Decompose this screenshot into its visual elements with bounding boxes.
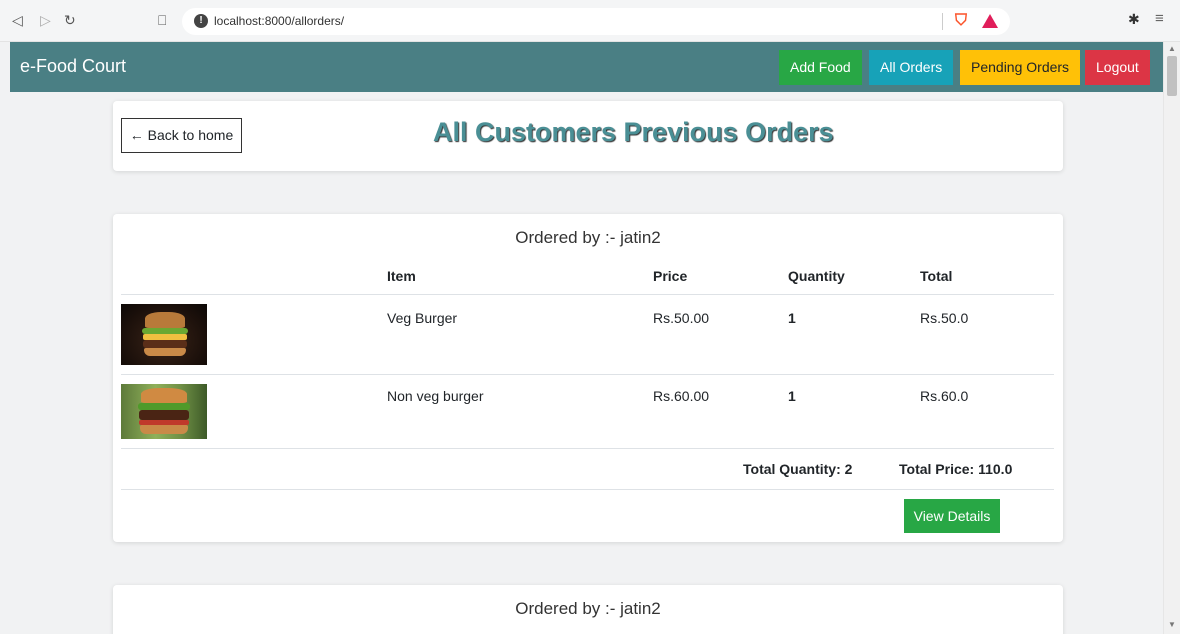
item-quantity: 1: [788, 388, 796, 404]
item-price: Rs.60.00: [653, 388, 710, 404]
logout-button[interactable]: Logout: [1085, 50, 1150, 85]
veg-burger-image: [121, 304, 207, 365]
divider: [121, 489, 1054, 490]
item-total: Rs.60.0: [920, 388, 969, 404]
bookmark-icon[interactable]: ⎕: [158, 12, 166, 28]
address-divider: [942, 13, 943, 30]
column-header-price: Price: [653, 268, 688, 284]
extensions-icon[interactable]: ✱: [1128, 11, 1140, 28]
pending-orders-button[interactable]: Pending Orders: [960, 50, 1081, 85]
reload-icon[interactable]: ↻: [64, 12, 76, 28]
total-quantity: Total Quantity: 2: [743, 461, 853, 477]
ordered-by-label: Ordered by :- jatin2: [515, 599, 661, 618]
browser-menu-icon[interactable]: ≡: [1155, 10, 1164, 27]
scroll-up-icon[interactable]: ▲: [1168, 44, 1176, 53]
divider: [121, 448, 1054, 449]
column-header-item: Item: [387, 268, 416, 284]
site-info-icon[interactable]: !: [194, 14, 208, 28]
ordered-by-label: Ordered by :- jatin2: [515, 228, 661, 247]
scroll-down-icon[interactable]: ▼: [1168, 620, 1176, 629]
column-header-total: Total: [920, 268, 953, 284]
brave-shield-icon[interactable]: ⛉: [952, 11, 970, 31]
item-price: Rs.50.00: [653, 310, 710, 326]
back-to-home-button[interactable]: ← Back to home: [121, 118, 242, 153]
column-header-quantity: Quantity: [788, 268, 845, 284]
total-price: Total Price: 110.0: [899, 461, 1013, 477]
brave-rewards-icon[interactable]: [982, 14, 998, 28]
address-bar[interactable]: ! localhost:8000/allorders/ ⛉: [182, 8, 1010, 35]
browser-toolbar: ◁ ▷ ↻ ⎕ ! localhost:8000/allorders/ ⛉ ✱ …: [0, 0, 1180, 42]
app-navbar: e-Food Court Add Food All Orders Pending…: [10, 42, 1163, 92]
forward-arrow-icon[interactable]: ▷: [40, 12, 51, 28]
add-food-button[interactable]: Add Food: [779, 50, 862, 85]
page-title: All Customers Previous Orders: [433, 117, 834, 147]
non-veg-burger-image: [121, 384, 207, 439]
item-quantity: 1: [788, 310, 796, 326]
order-card: Ordered by :- jatin2: [113, 585, 1063, 634]
page-header-card: ← Back to home All Customers Previous Or…: [113, 101, 1063, 171]
order-card: Ordered by :- jatin2 Item Price Quantity…: [113, 214, 1063, 542]
divider: [121, 294, 1054, 295]
scrollbar-thumb[interactable]: [1167, 56, 1177, 96]
item-name: Veg Burger: [387, 310, 458, 326]
brand-name[interactable]: e-Food Court: [20, 56, 126, 77]
item-total: Rs.50.0: [920, 310, 969, 326]
back-arrow-icon[interactable]: ◁: [12, 12, 23, 28]
divider: [121, 374, 1054, 375]
url-text[interactable]: localhost:8000/allorders/: [214, 14, 344, 28]
page-scrollbar[interactable]: ▲ ▼: [1163, 42, 1180, 634]
view-details-button[interactable]: View Details: [904, 499, 1000, 533]
all-orders-button[interactable]: All Orders: [869, 50, 954, 85]
item-name: Non veg burger: [387, 388, 484, 404]
